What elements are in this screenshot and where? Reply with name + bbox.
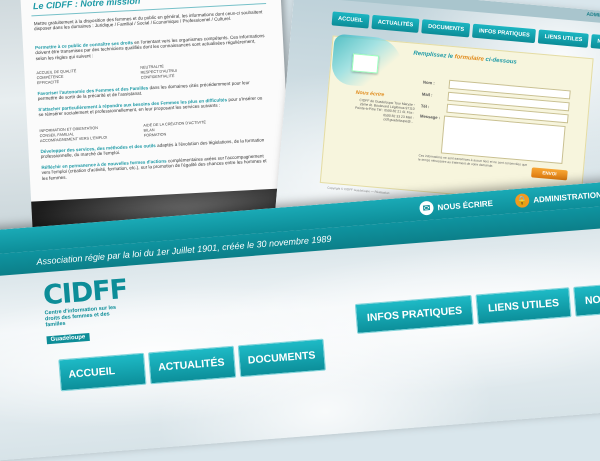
cidff-logo[interactable]: CIDFF Centre d'information sur les droit… (42, 274, 128, 347)
write-to-us-label: NOUS ÉCRIRE (437, 198, 494, 212)
field-label: Mail : (421, 91, 433, 98)
mail-icon: ✉ (419, 200, 435, 216)
administration-label: ADMINISTRATION (532, 189, 600, 205)
nav-actualites[interactable]: ACTUALITÉS (147, 345, 237, 385)
write-to-us-link[interactable]: ✉ NOUS ÉCRIRE (419, 196, 493, 216)
administration-link[interactable]: 🔒 ADMINISTRATION (514, 187, 600, 209)
mission-paragraph-2: Permettre à ce public de connaître ses d… (35, 33, 266, 61)
nav-documents[interactable]: DOCUMENTS (237, 338, 326, 378)
admin-link[interactable]: ADMINISTRATION (586, 12, 600, 22)
field-label: Nom : (422, 79, 435, 86)
envelope-icon (351, 53, 380, 74)
logo-region: Guadeloupe (46, 332, 90, 345)
nav-accueil[interactable]: ACCUEIL (58, 352, 147, 392)
lock-icon: 🔒 (514, 193, 530, 209)
field-label: Tél : (420, 103, 430, 110)
